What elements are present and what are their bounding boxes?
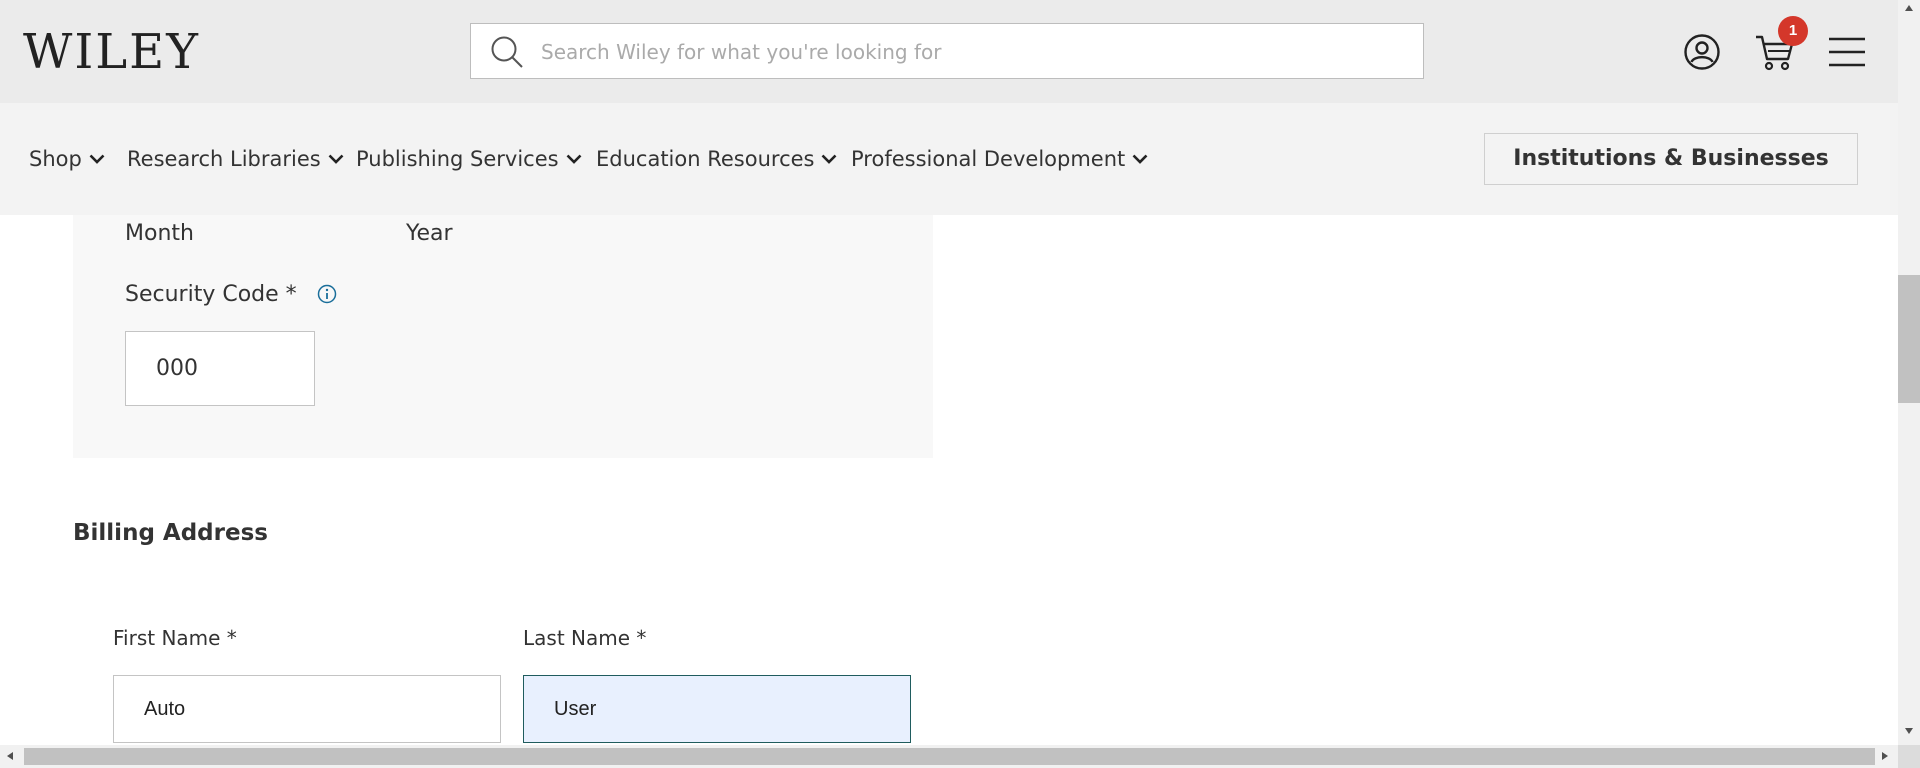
institutions-businesses-button[interactable]: Institutions & Businesses [1484,133,1858,185]
logo-text: WILEY [23,24,200,80]
chevron-down-icon [89,154,105,164]
cart-count-badge: 1 [1778,16,1808,46]
security-code-input[interactable]: 000 [125,331,315,406]
site-header: WILEY 1 [0,0,1898,103]
nav-item-label: Shop [29,147,82,171]
info-icon[interactable] [317,284,337,304]
nav-item-research-libraries[interactable]: Research Libraries [127,147,344,171]
search-box[interactable] [470,23,1424,79]
nav-item-label: Publishing Services [356,147,559,171]
wiley-logo[interactable]: WILEY [23,22,200,82]
scroll-down-arrow-icon[interactable] [1904,727,1914,735]
month-label: Month [125,221,194,246]
scroll-up-arrow-icon[interactable] [1904,4,1914,12]
year-label: Year [406,221,453,246]
chevron-down-icon [566,154,581,164]
main-nav: Shop Research Libraries Publishing Servi… [0,103,1898,215]
nav-item-label: Education Resources [596,147,815,171]
last-name-input[interactable]: User [523,675,911,743]
scroll-right-arrow-icon[interactable] [1881,751,1889,761]
first-name-input[interactable]: Auto [113,675,501,743]
nav-item-label: Professional Development [851,147,1126,171]
security-code-label: Security Code * [125,282,297,307]
menu-icon[interactable] [1828,36,1866,68]
nav-item-shop[interactable]: Shop [29,147,105,171]
search-input[interactable] [539,32,1403,72]
search-icon[interactable] [490,35,524,69]
billing-address-title: Billing Address [73,520,268,546]
nav-item-education-resources[interactable]: Education Resources [596,147,837,171]
chevron-down-icon [822,154,837,164]
chevron-down-icon [328,154,344,164]
page: WILEY 1 Shop [0,0,1898,745]
horizontal-scrollbar-thumb[interactable] [24,748,1875,765]
nav-item-publishing-services[interactable]: Publishing Services [356,147,582,171]
vertical-scrollbar-thumb[interactable] [1898,275,1920,403]
nav-item-professional-development[interactable]: Professional Development [851,147,1148,171]
account-icon[interactable] [1683,33,1721,71]
scrollbar-corner [1898,745,1920,768]
scroll-left-arrow-icon[interactable] [6,751,14,761]
nav-item-label: Research Libraries [127,147,321,171]
last-name-label: Last Name * [523,626,647,650]
chevron-down-icon [1132,154,1148,164]
first-name-label: First Name * [113,626,237,650]
